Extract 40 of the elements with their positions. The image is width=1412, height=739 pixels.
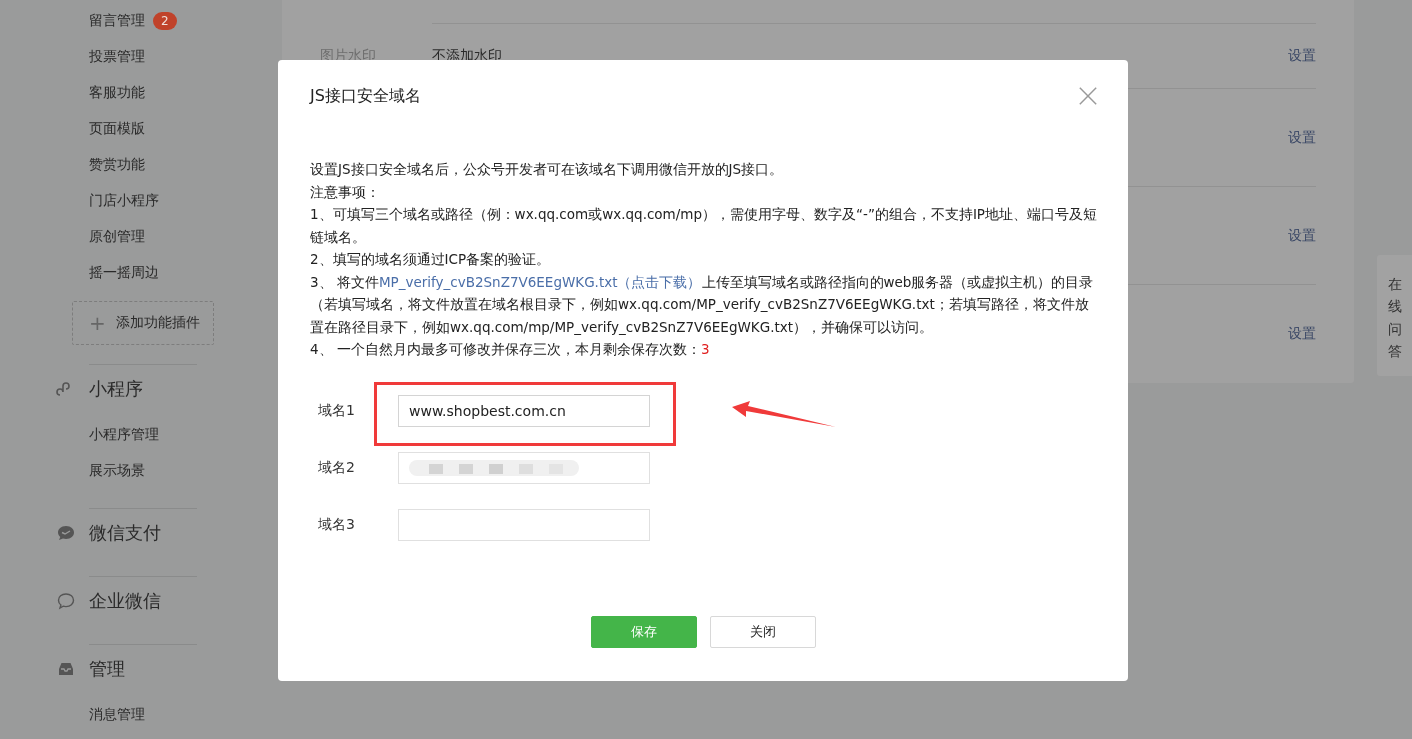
chat-bubble-icon [56, 523, 76, 543]
sidebar-item[interactable]: 小程序管理 [89, 426, 159, 444]
input-field[interactable] [398, 452, 650, 484]
note-text: 3、 将文件MP_verify_cvB2SnZ7V6EEgWKG.txt（点击下载）上传至填写域名或路径指向的web服务器（或虚拟主机）的目录（若填写域名，将文件放置在域名根目录下，例如wx.qq.com/MP_verify_cvB2SnZ7V6EEgWKG.txt；若填写路径，将文件放置在路径目录下，例如wx.qq.com/mp/MP_verify_cvB2SnZ7V6EEgWKG.txt），并确保可以访问。 [310, 272, 1095, 337]
count-badge: 2 [153, 12, 177, 30]
close-button[interactable]: 关闭 [709, 616, 816, 648]
note-text: 2、填写的域名须通过ICP备案的验证。 [310, 250, 552, 269]
sidebar-item[interactable]: 原创管理 [89, 228, 145, 246]
sidebar-item[interactable]: 展示场景 [89, 462, 145, 480]
sidebar-item[interactable]: 投票管理 [89, 48, 145, 66]
note-text: 4、 一个自然月内最多可修改并保存三次，本月剩余保存次数：3 [310, 340, 711, 359]
field-label: 域名1 [318, 402, 356, 420]
sidebar-section-title[interactable]: 管理 [89, 657, 125, 681]
close-icon[interactable] [1078, 86, 1098, 106]
input-field[interactable] [398, 509, 650, 541]
intro-text: 设置JS接口安全域名后，公众号开发者可在该域名下调用微信开放的JS接口。 [310, 160, 785, 179]
input-field[interactable]: www.shopbest.com.cn [398, 395, 650, 427]
settings-link[interactable]: 设置 [1288, 226, 1316, 245]
settings-link[interactable]: 设置 [1288, 47, 1316, 65]
add-plugin-button[interactable]: + 添加功能插件 [72, 301, 214, 345]
speech-bubble-icon [56, 591, 76, 611]
field-label: 域名2 [318, 459, 356, 477]
sidebar-item[interactable]: 页面模版 [89, 120, 145, 138]
sidebar-section-title[interactable]: 小程序 [89, 377, 143, 401]
help-tab[interactable]: 在线问答 [1377, 255, 1412, 376]
sidebar-section-title[interactable]: 微信支付 [89, 521, 161, 545]
sidebar-item[interactable]: 摇一摇周边 [89, 264, 159, 282]
field-label: 域名3 [318, 516, 356, 534]
settings-link[interactable]: 设置 [1288, 324, 1316, 343]
sidebar-item[interactable]: 留言管理 [89, 12, 145, 30]
sidebar-section-title[interactable]: 企业微信 [89, 589, 161, 613]
dialog-title: JS接口安全域名 [310, 85, 421, 107]
note-text: 1、可填写三个域名或路径（例：wx.qq.com或wx.qq.com/mp），需使用字母、数字及“-”的组合，不支持IP地址、端口号及短链域名。 [310, 205, 1098, 247]
download-link[interactable]: MP_verify_cvB2SnZ7V6EEgWKG.txt（点击下载） [378, 273, 702, 290]
settings-link[interactable]: 设置 [1288, 128, 1316, 147]
sidebar-item[interactable]: 消息管理 [89, 706, 145, 724]
notes-heading: 注意事项： [310, 182, 381, 202]
sidebar-item[interactable]: 客服功能 [89, 84, 145, 102]
sidebar-item[interactable]: 赞赏功能 [89, 156, 145, 174]
sidebar-item[interactable]: 门店小程序 [89, 192, 159, 210]
